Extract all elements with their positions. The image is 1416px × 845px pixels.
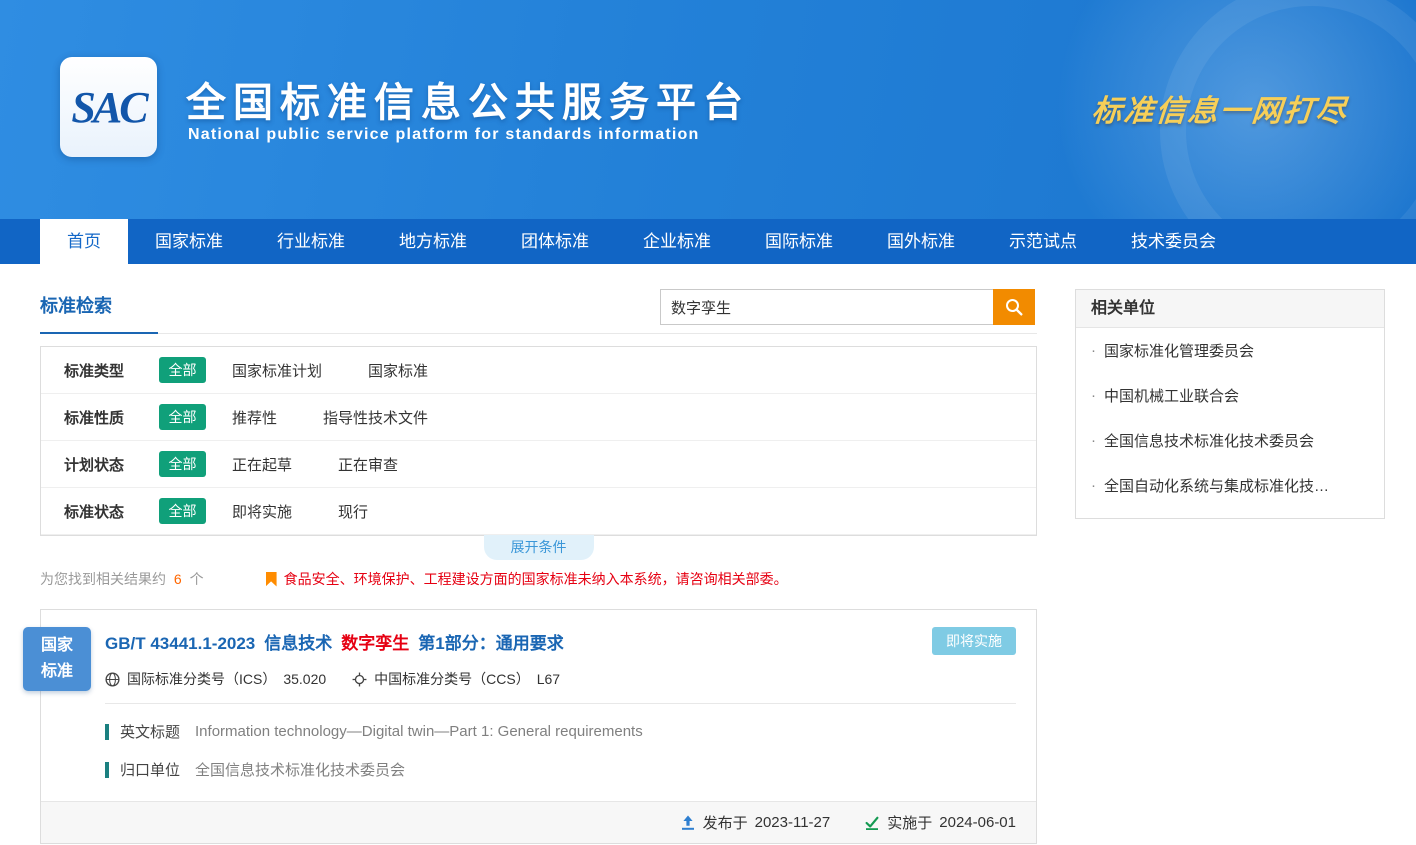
site-title-en: National public service platform for sta… [188, 126, 699, 144]
ccs-value: L67 [537, 671, 560, 687]
nav-item-industry-standards[interactable]: 行业标准 [250, 219, 372, 264]
sac-logo-text: SAC [71, 82, 145, 133]
publish-date-group: 发布于 2023-11-27 [680, 812, 831, 833]
related-unit-link[interactable]: 中国机械工业联合会 [1076, 373, 1384, 418]
ccs-group: 中国标准分类号（CCS） L67 [352, 669, 560, 689]
results-count: 6 [174, 571, 182, 587]
site-slogan: 标准信息一网打尽 [1090, 86, 1350, 130]
nav-item-local-standards[interactable]: 地方标准 [372, 219, 494, 264]
content-area: 标准检索 标准类型 全部 国家标准计划 国家标准 [0, 264, 1416, 844]
classification-row: 国际标准分类号（ICS） 35.020 [105, 669, 1016, 689]
publish-icon [680, 815, 696, 831]
search-input[interactable] [660, 289, 993, 325]
filter-row-standard-status: 标准状态 全部 即将实施 现行 [41, 488, 1036, 535]
filter-all-button[interactable]: 全部 [159, 404, 206, 430]
filter-row-plan-status: 计划状态 全部 正在起草 正在审查 [41, 441, 1036, 488]
ccs-label: 中国标准分类号（CCS） [374, 669, 530, 689]
filter-option[interactable]: 正在审查 [338, 454, 398, 475]
implement-date: 2024-06-01 [939, 814, 1016, 831]
ics-label: 国际标准分类号（ICS） [127, 669, 276, 689]
search-button[interactable] [993, 289, 1035, 325]
standard-title-part1[interactable]: 信息技术 [264, 629, 332, 654]
nav-item-foreign-standards[interactable]: 国外标准 [860, 219, 982, 264]
standard-title-link[interactable]: GB/T 43441.1-2023 信息技术 数字孪生 第1部分：通用要求 [105, 629, 1016, 654]
site-header: SAC 全国标准信息公共服务平台 National public service… [0, 0, 1416, 219]
filter-label: 标准类型 [64, 360, 159, 381]
filter-option[interactable]: 正在起草 [232, 454, 292, 475]
filter-option[interactable]: 国家标准 [368, 360, 428, 381]
card-footer: 发布于 2023-11-27 实施于 2024-06-01 [41, 801, 1036, 843]
card-divider [105, 703, 1016, 704]
related-unit-link[interactable]: 全国自动化系统与集成标准化技… [1076, 463, 1384, 508]
standard-result-card: 国家 标准 即将实施 GB/T 43441.1-2023 信息技术 数字孪生 第… [40, 609, 1037, 844]
filter-all-button[interactable]: 全部 [159, 498, 206, 524]
notice-text: 食品安全、环境保护、工程建设方面的国家标准未纳入本系统，请咨询相关部委。 [284, 569, 788, 589]
implement-date-group: 实施于 2024-06-01 [864, 812, 1016, 833]
nav-item-home[interactable]: 首页 [40, 219, 128, 264]
related-units-title: 相关单位 [1076, 290, 1384, 328]
filter-panel: 标准类型 全部 国家标准计划 国家标准 标准性质 全部 推荐性 指导性技术文件 … [40, 346, 1037, 536]
main-column: 标准检索 标准类型 全部 国家标准计划 国家标准 [40, 289, 1037, 844]
search-box [660, 289, 1035, 325]
publish-label: 发布于 [703, 812, 748, 833]
filter-option[interactable]: 国家标准计划 [232, 360, 322, 381]
site-title-cn: 全国标准信息公共服务平台 [186, 70, 750, 128]
filter-all-button[interactable]: 全部 [159, 357, 206, 383]
nav-item-national-standards[interactable]: 国家标准 [128, 219, 250, 264]
search-icon [1004, 297, 1024, 317]
related-units-panel: 相关单位 国家标准化管理委员会 中国机械工业联合会 全国信息技术标准化技术委员会… [1075, 289, 1385, 519]
national-standard-badge: 国家 标准 [23, 627, 91, 691]
teal-bar-icon [105, 724, 109, 740]
search-row: 标准检索 [40, 289, 1037, 334]
filter-option[interactable]: 即将实施 [232, 501, 292, 522]
filter-row-standard-type: 标准类型 全部 国家标准计划 国家标准 [41, 347, 1036, 394]
related-unit-link[interactable]: 国家标准化管理委员会 [1076, 328, 1384, 373]
filter-label: 标准性质 [64, 407, 159, 428]
ics-group: 国际标准分类号（ICS） 35.020 [105, 669, 326, 689]
globe-icon [105, 672, 120, 687]
filter-option[interactable]: 现行 [338, 501, 368, 522]
filter-label: 标准状态 [64, 501, 159, 522]
filter-label: 计划状态 [64, 454, 159, 475]
results-row: 为您找到相关结果约 6 个 食品安全、环境保护、工程建设方面的国家标准未纳入本系… [40, 569, 1037, 589]
filter-row-standard-nature: 标准性质 全部 推荐性 指导性技术文件 [41, 394, 1036, 441]
filter-option[interactable]: 推荐性 [232, 407, 277, 428]
implement-icon [864, 815, 880, 831]
badge-line2: 标准 [23, 659, 91, 685]
badge-line1: 国家 [23, 633, 91, 659]
standard-title-part2[interactable]: 第1部分：通用要求 [418, 629, 563, 654]
filter-option[interactable]: 指导性技术文件 [323, 407, 428, 428]
department-label: 归口单位 [120, 759, 180, 780]
nav-item-enterprise-standards[interactable]: 企业标准 [616, 219, 738, 264]
english-title-value: Information technology—Digital twin—Part… [195, 723, 643, 740]
crosshair-icon [352, 672, 367, 687]
teal-bar-icon [105, 762, 109, 778]
results-summary-suffix: 个 [190, 571, 204, 587]
bookmark-icon [266, 572, 277, 587]
nav-item-group-standards[interactable]: 团体标准 [494, 219, 616, 264]
nav-item-international-standards[interactable]: 国际标准 [738, 219, 860, 264]
sac-logo[interactable]: SAC [60, 57, 157, 157]
english-title-label: 英文标题 [120, 721, 180, 742]
tab-standard-search[interactable]: 标准检索 [40, 289, 158, 334]
nav-item-pilot[interactable]: 示范试点 [982, 219, 1104, 264]
english-title-row: 英文标题 Information technology—Digital twin… [105, 721, 1016, 742]
status-badge: 即将实施 [932, 627, 1016, 655]
standard-title-highlight[interactable]: 数字孪生 [341, 629, 409, 654]
related-unit-link[interactable]: 全国信息技术标准化技术委员会 [1076, 418, 1384, 463]
results-summary: 为您找到相关结果约 6 个 [40, 569, 204, 589]
notice-bar: 食品安全、环境保护、工程建设方面的国家标准未纳入本系统，请咨询相关部委。 [266, 569, 788, 589]
ics-value: 35.020 [283, 671, 326, 687]
filter-all-button[interactable]: 全部 [159, 451, 206, 477]
standard-code[interactable]: GB/T 43441.1-2023 [105, 634, 255, 654]
expand-conditions-button[interactable]: 展开条件 [484, 535, 594, 560]
implement-label: 实施于 [887, 812, 932, 833]
department-row: 归口单位 全国信息技术标准化技术委员会 [105, 759, 1016, 780]
department-value: 全国信息技术标准化技术委员会 [195, 759, 405, 780]
publish-date: 2023-11-27 [755, 814, 831, 831]
results-summary-prefix: 为您找到相关结果约 [40, 571, 166, 587]
main-nav: 首页 国家标准 行业标准 地方标准 团体标准 企业标准 国际标准 国外标准 示范… [0, 219, 1416, 264]
card-body: GB/T 43441.1-2023 信息技术 数字孪生 第1部分：通用要求 [41, 610, 1036, 780]
nav-item-technical-committee[interactable]: 技术委员会 [1104, 219, 1243, 264]
